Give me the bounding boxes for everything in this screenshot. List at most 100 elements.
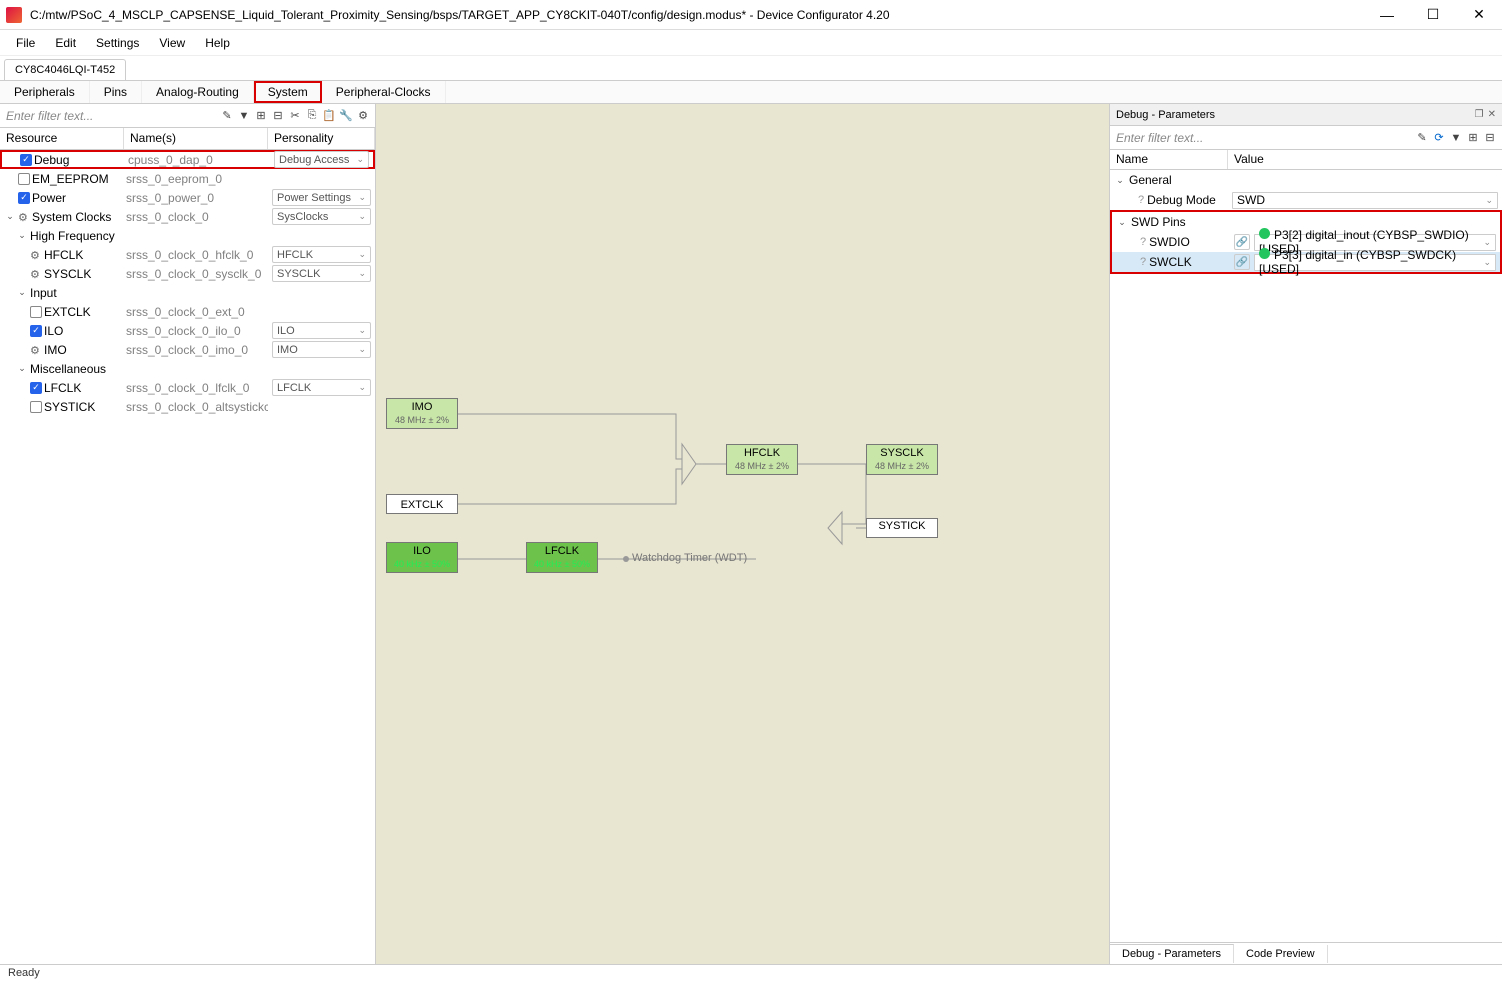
personality-lfclk[interactable]: LFCLK⌄ xyxy=(272,379,371,396)
label-debug-mode: Debug Mode xyxy=(1147,193,1216,207)
chevron-down-icon[interactable]: ⌄ xyxy=(16,363,28,374)
restore-panel-icon[interactable]: ❐ xyxy=(1475,109,1484,120)
tab-analog-routing[interactable]: Analog-Routing xyxy=(142,81,254,103)
expand-icon[interactable]: ⊞ xyxy=(253,108,269,124)
name-lfclk: srss_0_clock_0_lfclk_0 xyxy=(124,381,268,395)
row-ilo[interactable]: ✓ILO srss_0_clock_0_ilo_0 ILO⌄ xyxy=(0,321,375,340)
paste-icon[interactable]: 📋 xyxy=(321,108,337,124)
row-imo[interactable]: ⚙IMO srss_0_clock_0_imo_0 IMO⌄ xyxy=(0,340,375,359)
checkbox-ilo[interactable]: ✓ xyxy=(30,325,42,337)
block-extclk[interactable]: EXTCLK xyxy=(386,494,458,514)
minimize-button[interactable]: — xyxy=(1364,0,1410,30)
filter-icon[interactable]: ▼ xyxy=(236,108,252,124)
row-extclk[interactable]: EXTCLK srss_0_clock_0_ext_0 xyxy=(0,302,375,321)
block-ilo[interactable]: ILO 40 kHz ± 50% xyxy=(386,542,458,573)
block-sysclk[interactable]: SYSCLK 48 MHz ± 2% xyxy=(866,444,938,475)
label-sysclocks: System Clocks xyxy=(32,210,111,224)
tab-debug-parameters[interactable]: Debug - Parameters xyxy=(1110,944,1234,963)
chevron-down-icon[interactable]: ⌄ xyxy=(16,230,28,241)
debug-mode-select[interactable]: SWD⌄ xyxy=(1232,192,1498,209)
personality-sysclocks[interactable]: SysClocks⌄ xyxy=(272,208,371,225)
label-hfclk: HFCLK xyxy=(44,248,83,262)
personality-ilo[interactable]: ILO⌄ xyxy=(272,322,371,339)
block-lfclk[interactable]: LFCLK 40 kHz ± 50% xyxy=(526,542,598,573)
tab-pins[interactable]: Pins xyxy=(90,81,142,103)
link-icon[interactable]: 🔗 xyxy=(1234,234,1250,250)
tool1-icon[interactable]: 🔧 xyxy=(338,108,354,124)
block-systick[interactable]: SYSTICK xyxy=(866,518,938,538)
tab-system[interactable]: System xyxy=(254,81,322,103)
copy-icon[interactable]: ⎘ xyxy=(304,108,320,124)
param-debug-mode[interactable]: ?Debug Mode SWD⌄ xyxy=(1110,190,1502,210)
filter-icon[interactable]: ▼ xyxy=(1448,130,1464,146)
personality-sysclk[interactable]: SYSCLK⌄ xyxy=(272,265,371,282)
tool2-icon[interactable]: ⚙ xyxy=(355,108,371,124)
chevron-down-icon[interactable]: ⌄ xyxy=(1114,175,1126,186)
cut-icon[interactable]: ✂ xyxy=(287,108,303,124)
collapse-icon[interactable]: ⊟ xyxy=(1482,130,1498,146)
block-hfclk[interactable]: HFCLK 48 MHz ± 2% xyxy=(726,444,798,475)
checkbox-debug[interactable]: ✓ xyxy=(20,154,32,166)
menu-file[interactable]: File xyxy=(6,32,45,54)
checkbox-systick[interactable] xyxy=(30,401,42,413)
menu-help[interactable]: Help xyxy=(195,32,240,54)
tab-peripherals[interactable]: Peripherals xyxy=(0,81,90,103)
collapse-icon[interactable]: ⊟ xyxy=(270,108,286,124)
refresh-icon[interactable]: ⟳ xyxy=(1431,130,1447,146)
block-sysclk-title: SYSCLK xyxy=(867,445,937,461)
checkbox-eeprom[interactable] xyxy=(18,173,30,185)
help-icon[interactable]: ? xyxy=(1140,256,1146,268)
row-miscellaneous[interactable]: ⌄Miscellaneous xyxy=(0,359,375,378)
name-extclk: srss_0_clock_0_ext_0 xyxy=(124,305,268,319)
row-hfclk[interactable]: ⚙HFCLK srss_0_clock_0_hfclk_0 HFCLK⌄ xyxy=(0,245,375,264)
row-power[interactable]: ✓Power srss_0_power_0 Power Settings⌄ xyxy=(0,188,375,207)
menu-edit[interactable]: Edit xyxy=(45,32,86,54)
chevron-down-icon[interactable]: ⌄ xyxy=(16,287,28,298)
tab-code-preview[interactable]: Code Preview xyxy=(1234,945,1327,963)
close-button[interactable]: ✕ xyxy=(1456,0,1502,30)
param-swclk[interactable]: ?SWCLK 🔗 P3[3] digital_in (CYBSP_SWDCK) … xyxy=(1112,252,1500,272)
tab-peripheral-clocks[interactable]: Peripheral-Clocks xyxy=(322,81,446,103)
row-high-frequency[interactable]: ⌄High Frequency xyxy=(0,226,375,245)
name-power: srss_0_power_0 xyxy=(124,191,268,205)
checkbox-lfclk[interactable]: ✓ xyxy=(30,382,42,394)
menu-view[interactable]: View xyxy=(149,32,195,54)
col-names: Name(s) xyxy=(124,128,268,149)
close-panel-icon[interactable]: ✕ xyxy=(1488,109,1496,120)
row-input[interactable]: ⌄Input xyxy=(0,283,375,302)
help-icon[interactable]: ? xyxy=(1140,236,1146,248)
block-imo[interactable]: IMO 48 MHz ± 2% xyxy=(386,398,458,429)
personality-imo[interactable]: IMO⌄ xyxy=(272,341,371,358)
chevron-down-icon[interactable]: ⌄ xyxy=(1116,217,1128,228)
help-icon[interactable]: ? xyxy=(1138,194,1144,206)
swclk-select[interactable]: P3[3] digital_in (CYBSP_SWDCK) [USED]⌄ xyxy=(1254,254,1496,271)
block-imo-sub: 48 MHz ± 2% xyxy=(387,415,457,428)
maximize-button[interactable]: ☐ xyxy=(1410,0,1456,30)
personality-hfclk[interactable]: HFCLK⌄ xyxy=(272,246,371,263)
col-param-name: Name xyxy=(1110,150,1228,169)
parameters-panel: Debug - Parameters ❐ ✕ ✎ ⟳ ▼ ⊞ ⊟ Name Va… xyxy=(1110,104,1502,964)
expand-icon[interactable]: ⊞ xyxy=(1465,130,1481,146)
clear-filter-icon[interactable]: ✎ xyxy=(1414,130,1430,146)
checkbox-extclk[interactable] xyxy=(30,306,42,318)
row-debug[interactable]: ✓Debug cpuss_0_dap_0 Debug Access⌄ xyxy=(0,150,375,169)
row-system-clocks[interactable]: ⌄⚙System Clocks srss_0_clock_0 SysClocks… xyxy=(0,207,375,226)
menu-settings[interactable]: Settings xyxy=(86,32,149,54)
checkbox-power[interactable]: ✓ xyxy=(18,192,30,204)
parameters-filter-input[interactable] xyxy=(1110,127,1410,149)
clear-filter-icon[interactable]: ✎ xyxy=(219,108,235,124)
row-sysclk[interactable]: ⚙SYSCLK srss_0_clock_0_sysclk_0 SYSCLK⌄ xyxy=(0,264,375,283)
row-lfclk[interactable]: ✓LFCLK srss_0_clock_0_lfclk_0 LFCLK⌄ xyxy=(0,378,375,397)
device-tab[interactable]: CY8C4046LQI-T452 xyxy=(4,59,126,80)
personality-power[interactable]: Power Settings⌄ xyxy=(272,189,371,206)
row-systick[interactable]: SYSTICK srss_0_clock_0_altsystickclk_0 xyxy=(0,397,375,416)
resource-filter-input[interactable] xyxy=(0,105,215,127)
chevron-down-icon[interactable]: ⌄ xyxy=(4,211,16,222)
group-general[interactable]: ⌄General xyxy=(1110,170,1502,190)
personality-debug[interactable]: Debug Access⌄ xyxy=(274,151,369,168)
label-extclk: EXTCLK xyxy=(44,305,91,319)
row-em-eeprom[interactable]: EM_EEPROM srss_0_eeprom_0 xyxy=(0,169,375,188)
name-hfclk: srss_0_clock_0_hfclk_0 xyxy=(124,248,268,262)
clock-diagram-canvas[interactable]: IMO 48 MHz ± 2% EXTCLK HFCLK 48 MHz ± 2%… xyxy=(376,104,1110,964)
link-icon[interactable]: 🔗 xyxy=(1234,254,1250,270)
